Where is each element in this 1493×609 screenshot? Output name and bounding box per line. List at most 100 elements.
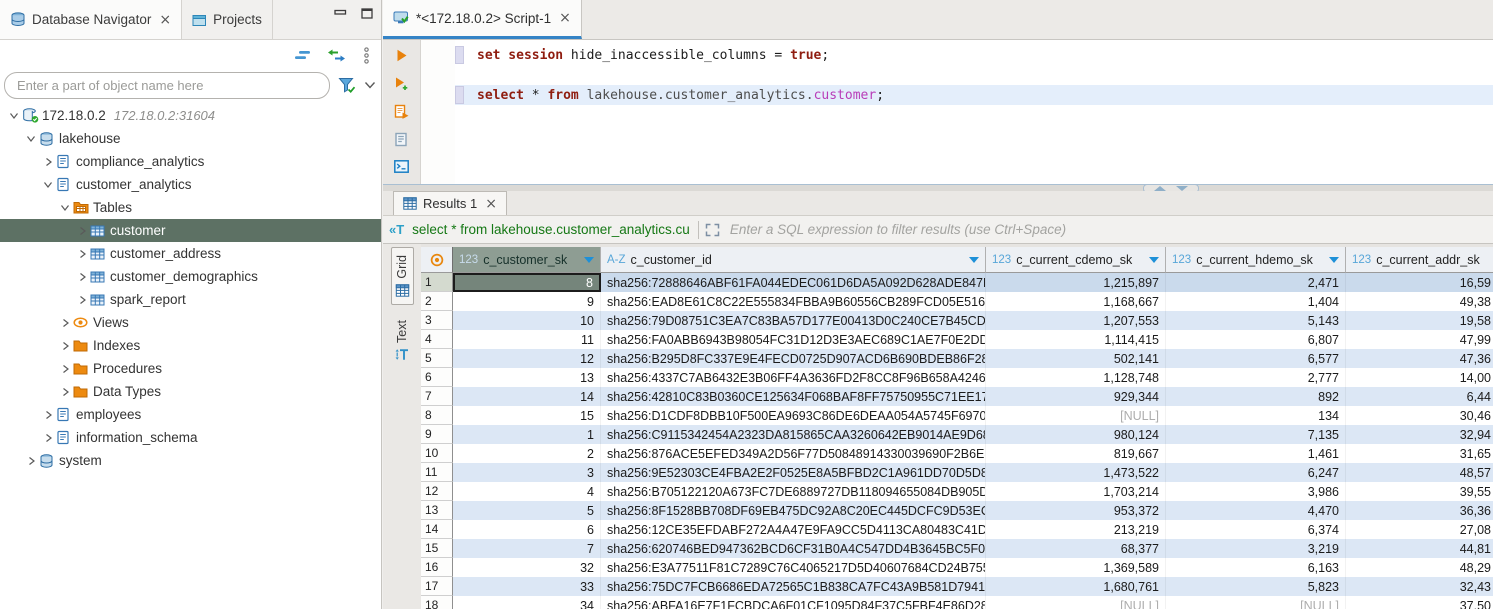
grid-cell[interactable]: 15 — [453, 406, 601, 425]
grid-cell[interactable]: 502,141 — [986, 349, 1166, 368]
tree-item-system[interactable]: system — [0, 449, 381, 472]
grid-cell[interactable]: 7 — [453, 539, 601, 558]
expand-filter-icon[interactable] — [705, 223, 720, 237]
grid-cell[interactable]: sha256:E3A77511F81C7289C76C4065217D5D406… — [601, 558, 986, 577]
sql-code-area[interactable]: set session hide_inaccessible_columns = … — [455, 40, 1493, 184]
row-number[interactable]: 1 — [421, 273, 453, 292]
link-with-editor-icon[interactable] — [327, 49, 346, 62]
grid-cell[interactable]: 5 — [453, 501, 601, 520]
grid-cell[interactable]: 27,08 — [1346, 520, 1493, 539]
grid-cell[interactable]: [NULL] — [986, 406, 1166, 425]
grid-cell[interactable]: 31,65 — [1346, 444, 1493, 463]
grid-cell[interactable]: 68,377 — [986, 539, 1166, 558]
grid-cell[interactable]: 3,986 — [1166, 482, 1346, 501]
tree-item-tables[interactable]: Tables — [0, 196, 381, 219]
tab-sql-script[interactable]: *<172.18.0.2> Script-1 × — [383, 0, 582, 39]
sql-line[interactable]: select * from lakehouse.customer_analyti… — [455, 85, 1493, 105]
grid-cell[interactable]: sha256:B705122120A673FC7DE6889727DB11809… — [601, 482, 986, 501]
grid-cell[interactable]: sha256:D1CDF8DBB10F500EA9693C86DE6DEAA05… — [601, 406, 986, 425]
grid-cell[interactable]: 1,215,897 — [986, 273, 1166, 292]
execute-script-icon[interactable] — [394, 104, 409, 119]
tree-item-procedures[interactable]: Procedures — [0, 357, 381, 380]
row-number[interactable]: 13 — [421, 501, 453, 520]
grid-cell[interactable]: 13 — [453, 368, 601, 387]
grid-cell[interactable]: [NULL] — [1166, 596, 1346, 609]
grid-cell[interactable]: sha256:79D08751C3EA7C83BA57D177E00413D0C… — [601, 311, 986, 330]
grid-cell[interactable]: 980,124 — [986, 425, 1166, 444]
grid-cell[interactable]: 47,99 — [1346, 330, 1493, 349]
grid-cell[interactable]: 7,135 — [1166, 425, 1346, 444]
tree-item-customer-analytics[interactable]: customer_analytics — [0, 173, 381, 196]
chevron-right-icon[interactable] — [40, 157, 56, 167]
grid-cell[interactable]: 6,44 — [1346, 387, 1493, 406]
grid-cell[interactable]: 1,168,667 — [986, 292, 1166, 311]
grid-cell[interactable]: 39,55 — [1346, 482, 1493, 501]
row-number[interactable]: 6 — [421, 368, 453, 387]
grid-cell[interactable]: 1,128,748 — [986, 368, 1166, 387]
tree-item-customer-demographics[interactable]: customer_demographics — [0, 265, 381, 288]
chevron-right-icon[interactable] — [74, 272, 90, 282]
view-menu-icon[interactable] — [362, 47, 371, 64]
execute-icon[interactable] — [395, 48, 408, 63]
row-number[interactable]: 12 — [421, 482, 453, 501]
grid-cell[interactable]: sha256:9E52303CE4FBA2E2F0525E8A5BFBD2C1A… — [601, 463, 986, 482]
grid-cell[interactable]: 14,00 — [1346, 368, 1493, 387]
column-menu-arrow-icon[interactable] — [1329, 257, 1339, 263]
grid-cell[interactable]: 2,471 — [1166, 273, 1346, 292]
tree-item-customer-address[interactable]: customer_address — [0, 242, 381, 265]
tree-item-information-schema[interactable]: information_schema — [0, 426, 381, 449]
grid-cell[interactable]: 30,46 — [1346, 406, 1493, 425]
grid-cell[interactable]: 1 — [453, 425, 601, 444]
filter-funnel-icon[interactable] — [338, 77, 356, 93]
explain-plan-icon[interactable] — [394, 132, 409, 147]
grid-cell[interactable]: 32,94 — [1346, 425, 1493, 444]
column-menu-arrow-icon[interactable] — [1149, 257, 1159, 263]
grid-cell[interactable]: 32 — [453, 558, 601, 577]
chevron-down-icon[interactable] — [57, 203, 73, 212]
grid-cell[interactable]: 929,344 — [986, 387, 1166, 406]
sql-console-icon[interactable] — [394, 160, 409, 173]
grid-cell[interactable]: 3 — [453, 463, 601, 482]
grid-cell[interactable]: 2 — [453, 444, 601, 463]
row-number[interactable]: 14 — [421, 520, 453, 539]
grid-cell[interactable]: 2,777 — [1166, 368, 1346, 387]
row-number[interactable]: 18 — [421, 596, 453, 609]
grid-cell[interactable]: sha256:620746BED947362BCD6CF31B0A4C547DD… — [601, 539, 986, 558]
grid-cell[interactable]: 49,38 — [1346, 292, 1493, 311]
tree-item-employees[interactable]: employees — [0, 403, 381, 426]
grid-cell[interactable]: 12 — [453, 349, 601, 368]
chevron-right-icon[interactable] — [57, 364, 73, 374]
grid-cell[interactable]: 1,461 — [1166, 444, 1346, 463]
chevron-down-icon[interactable] — [6, 111, 22, 120]
chevron-down-icon[interactable] — [23, 134, 39, 143]
tree-item-data-types[interactable]: Data Types — [0, 380, 381, 403]
row-number[interactable]: 15 — [421, 539, 453, 558]
grid-cell[interactable]: sha256:72888646ABF61FA044EDEC061D6DA5A09… — [601, 273, 986, 292]
chevron-down-icon[interactable] — [40, 180, 56, 189]
chevron-right-icon[interactable] — [40, 410, 56, 420]
chevron-right-icon[interactable] — [40, 433, 56, 443]
editor-results-sash[interactable] — [383, 184, 1493, 191]
column-menu-arrow-icon[interactable] — [584, 257, 594, 263]
grid-cell[interactable]: 6 — [453, 520, 601, 539]
grid-cell[interactable]: 4 — [453, 482, 601, 501]
row-number[interactable]: 10 — [421, 444, 453, 463]
chevron-right-icon[interactable] — [74, 295, 90, 305]
grid-cell[interactable]: 6,577 — [1166, 349, 1346, 368]
grid-cell[interactable]: 1,404 — [1166, 292, 1346, 311]
grid-cell[interactable]: 10 — [453, 311, 601, 330]
grid-cell[interactable]: sha256:75DC7FCB6686EDA72565C1B838CA7FC43… — [601, 577, 986, 596]
grid-cell[interactable]: 32,43 — [1346, 577, 1493, 596]
tree-item-customer[interactable]: customer — [0, 219, 381, 242]
sql-line[interactable] — [455, 65, 1493, 85]
custom-filter-icon[interactable]: «T — [389, 223, 404, 236]
grid-cell[interactable]: 6,247 — [1166, 463, 1346, 482]
grid-cell[interactable]: 6,807 — [1166, 330, 1346, 349]
row-number[interactable]: 11 — [421, 463, 453, 482]
chevron-right-icon[interactable] — [57, 387, 73, 397]
column-menu-arrow-icon[interactable] — [969, 257, 979, 263]
tree-item-compliance-analytics[interactable]: compliance_analytics — [0, 150, 381, 173]
grid-cell[interactable]: 4,470 — [1166, 501, 1346, 520]
grid-cell[interactable]: 1,473,522 — [986, 463, 1166, 482]
row-number[interactable]: 7 — [421, 387, 453, 406]
